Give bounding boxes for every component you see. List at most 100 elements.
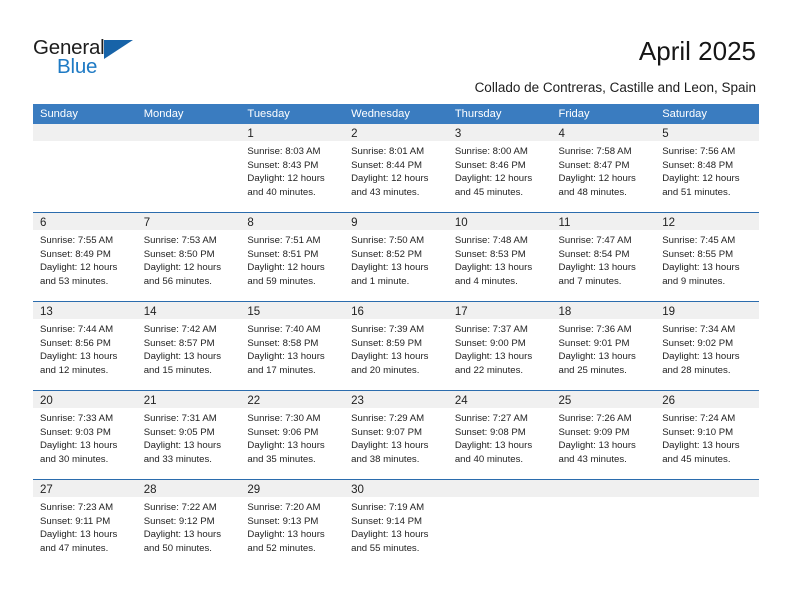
sunset-text: Sunset: 8:50 PM <box>143 248 215 260</box>
day-details: Sunrise: 7:31 AM Sunset: 9:05 PM Daylight:… <box>137 408 241 466</box>
day-number: 6 <box>40 217 47 229</box>
daylight-text-line2: and 9 minutes. <box>662 275 726 287</box>
day-number-band: 26 <box>655 391 759 408</box>
day-cell-10[interactable]: 10 Sunrise: 7:48 AM Sunset: 8:53 PM Dayligh… <box>447 213 552 301</box>
daylight-text-line1: Daylight: 13 hours <box>662 440 740 451</box>
daylight-text-line2: and 59 minutes. <box>247 275 316 287</box>
day-cell-24[interactable]: 24 Sunrise: 7:27 AM Sunset: 9:08 PM Dayligh… <box>447 391 552 479</box>
sunset-text: Sunset: 9:13 PM <box>247 515 319 527</box>
daylight-text-line1: Daylight: 12 hours <box>247 262 325 273</box>
day-number: 19 <box>662 306 676 318</box>
day-details: Sunrise: 7:34 AM Sunset: 9:02 PM Daylight:… <box>655 319 759 377</box>
day-number-band: 23 <box>344 391 448 408</box>
daylight-text-line2: and 55 minutes. <box>351 542 420 554</box>
day-number: 16 <box>351 306 364 318</box>
sunset-text: Sunset: 8:54 PM <box>558 248 630 260</box>
daylight-text-line1: Daylight: 13 hours <box>143 529 222 540</box>
day-details: Sunrise: 7:53 AM Sunset: 8:50 PM Daylight:… <box>137 230 241 288</box>
day-cell-18[interactable]: 18 Sunrise: 7:36 AM Sunset: 9:01 PM Dayligh… <box>551 302 656 390</box>
daylight-text-line2: and 53 minutes. <box>40 275 109 287</box>
day-cell-5[interactable]: 5 Sunrise: 7:56 AM Sunset: 8:48 PM Daylight… <box>655 124 759 212</box>
daylight-text-line2: and 30 minutes. <box>40 453 109 465</box>
day-number: 20 <box>40 395 53 407</box>
day-cell-4[interactable]: 4 Sunrise: 7:58 AM Sunset: 8:47 PM Daylight… <box>551 124 656 212</box>
calendar-week-row: 27 Sunrise: 7:23 AM Sunset: 9:11 PM Dayligh… <box>33 479 759 568</box>
day-number-band: 29 <box>240 480 345 497</box>
sunrise-text: Sunrise: 7:30 AM <box>247 413 321 424</box>
day-number: 17 <box>454 306 468 318</box>
day-number: 28 <box>143 484 157 496</box>
day-number-band: 4 <box>551 124 656 141</box>
day-cell-23[interactable]: 23 Sunrise: 7:29 AM Sunset: 9:07 PM Dayligh… <box>344 391 448 479</box>
day-number: 24 <box>454 395 468 407</box>
day-number: 12 <box>662 217 676 229</box>
day-cell-29[interactable]: 29 Sunrise: 7:20 AM Sunset: 9:13 PM Dayligh… <box>240 480 345 568</box>
day-number: 30 <box>351 484 364 496</box>
day-cell-1[interactable]: 1 Sunrise: 8:03 AM Sunset: 8:43 PM Daylight… <box>240 124 345 212</box>
sunrise-text: Sunrise: 7:22 AM <box>143 502 217 513</box>
day-number-band: 3 <box>447 124 552 141</box>
location-subtitle: Collado de Contreras, Castille and Leon,… <box>474 80 756 95</box>
day-cell-3[interactable]: 3 Sunrise: 8:00 AM Sunset: 8:46 PM Daylight… <box>447 124 552 212</box>
sunrise-text: Sunrise: 7:24 AM <box>662 413 736 424</box>
day-cell-17[interactable]: 17 Sunrise: 7:37 AM Sunset: 9:00 PM Dayligh… <box>447 302 552 390</box>
day-details: Sunrise: 8:00 AM Sunset: 8:46 PM Daylight:… <box>448 141 552 199</box>
sunset-text: Sunset: 9:01 PM <box>558 337 630 349</box>
day-cell-6[interactable]: 6 Sunrise: 7:55 AM Sunset: 8:49 PM Daylight… <box>33 213 137 301</box>
day-cell-30[interactable]: 30 Sunrise: 7:19 AM Sunset: 9:14 PM Dayligh… <box>344 480 448 568</box>
day-cell-16[interactable]: 16 Sunrise: 7:39 AM Sunset: 8:59 PM Dayligh… <box>344 302 448 390</box>
day-number-band: 24 <box>447 391 552 408</box>
day-cell-26[interactable]: 26 Sunrise: 7:24 AM Sunset: 9:10 PM Dayligh… <box>655 391 759 479</box>
general-blue-logo[interactable]: General Blue <box>33 36 153 82</box>
sunrise-text: Sunrise: 7:48 AM <box>454 235 528 246</box>
daylight-text-line2: and 48 minutes. <box>558 186 627 198</box>
logo-triangle-icon <box>104 40 133 59</box>
day-cell-2[interactable]: 2 Sunrise: 8:01 AM Sunset: 8:44 PM Daylight… <box>344 124 448 212</box>
day-number-band: 21 <box>136 391 241 408</box>
day-details: Sunrise: 7:45 AM Sunset: 8:55 PM Daylight:… <box>655 230 759 288</box>
day-cell-12[interactable]: 12 Sunrise: 7:45 AM Sunset: 8:55 PM Dayligh… <box>655 213 759 301</box>
weekday-header-saturday: Saturday <box>662 108 707 120</box>
daylight-text-line1: Daylight: 13 hours <box>454 440 533 451</box>
daylight-text-line1: Daylight: 13 hours <box>454 262 533 273</box>
sunrise-text: Sunrise: 7:36 AM <box>558 324 632 335</box>
day-details: Sunrise: 7:29 AM Sunset: 9:07 PM Daylight:… <box>344 408 448 466</box>
daylight-text-line1: Daylight: 12 hours <box>40 262 118 273</box>
day-cell-20[interactable]: 20 Sunrise: 7:33 AM Sunset: 9:03 PM Dayligh… <box>33 391 137 479</box>
daylight-text-line1: Daylight: 12 hours <box>454 173 533 184</box>
sunset-text: Sunset: 8:56 PM <box>40 337 111 349</box>
day-cell-15[interactable]: 15 Sunrise: 7:40 AM Sunset: 8:58 PM Dayligh… <box>240 302 345 390</box>
day-details: Sunrise: 7:37 AM Sunset: 9:00 PM Daylight:… <box>448 319 552 377</box>
day-cell-25[interactable]: 25 Sunrise: 7:26 AM Sunset: 9:09 PM Dayligh… <box>551 391 656 479</box>
day-cell-11[interactable]: 11 Sunrise: 7:47 AM Sunset: 8:54 PM Dayligh… <box>551 213 656 301</box>
sunset-text: Sunset: 9:14 PM <box>351 515 423 527</box>
day-number: 29 <box>247 484 261 496</box>
sunset-text: Sunset: 9:06 PM <box>247 426 319 438</box>
day-number-band: 30 <box>344 480 448 497</box>
sunrise-text: Sunrise: 7:55 AM <box>40 235 114 246</box>
day-details: Sunrise: 7:23 AM Sunset: 9:11 PM Daylight:… <box>33 497 137 555</box>
daylight-text-line1: Daylight: 13 hours <box>40 351 118 362</box>
weekday-header-monday: Monday <box>143 108 184 120</box>
day-cell-19[interactable]: 19 Sunrise: 7:34 AM Sunset: 9:02 PM Dayligh… <box>655 302 759 390</box>
day-cell-27[interactable]: 27 Sunrise: 7:23 AM Sunset: 9:11 PM Dayligh… <box>33 480 137 568</box>
sunrise-text: Sunrise: 7:33 AM <box>40 413 114 424</box>
day-cell-9[interactable]: 9 Sunrise: 7:50 AM Sunset: 8:52 PM Daylight… <box>344 213 448 301</box>
day-cell-14[interactable]: 14 Sunrise: 7:42 AM Sunset: 8:57 PM Dayligh… <box>136 302 241 390</box>
sunrise-text: Sunrise: 7:58 AM <box>558 146 632 157</box>
logo-text-blue: Blue <box>57 55 98 78</box>
daylight-text-line1: Daylight: 13 hours <box>143 351 222 362</box>
day-details: Sunrise: 8:03 AM Sunset: 8:43 PM Daylight:… <box>240 141 344 199</box>
day-cell-7[interactable]: 7 Sunrise: 7:53 AM Sunset: 8:50 PM Daylight… <box>136 213 241 301</box>
day-cell-22[interactable]: 22 Sunrise: 7:30 AM Sunset: 9:06 PM Dayligh… <box>240 391 345 479</box>
day-cell-13[interactable]: 13 Sunrise: 7:44 AM Sunset: 8:56 PM Dayligh… <box>33 302 137 390</box>
day-cell-21[interactable]: 21 Sunrise: 7:31 AM Sunset: 9:05 PM Dayligh… <box>136 391 241 479</box>
sunset-text: Sunset: 9:09 PM <box>558 426 630 438</box>
day-number: 4 <box>558 128 565 140</box>
day-cell-28[interactable]: 28 Sunrise: 7:22 AM Sunset: 9:12 PM Dayligh… <box>136 480 241 568</box>
day-cell-8[interactable]: 8 Sunrise: 7:51 AM Sunset: 8:51 PM Daylight… <box>240 213 345 301</box>
day-details: Sunrise: 7:40 AM Sunset: 8:58 PM Daylight:… <box>240 319 344 377</box>
day-number: 13 <box>40 306 53 318</box>
daylight-text-line2: and 45 minutes. <box>662 453 731 465</box>
daylight-text-line2: and 35 minutes. <box>247 453 316 465</box>
